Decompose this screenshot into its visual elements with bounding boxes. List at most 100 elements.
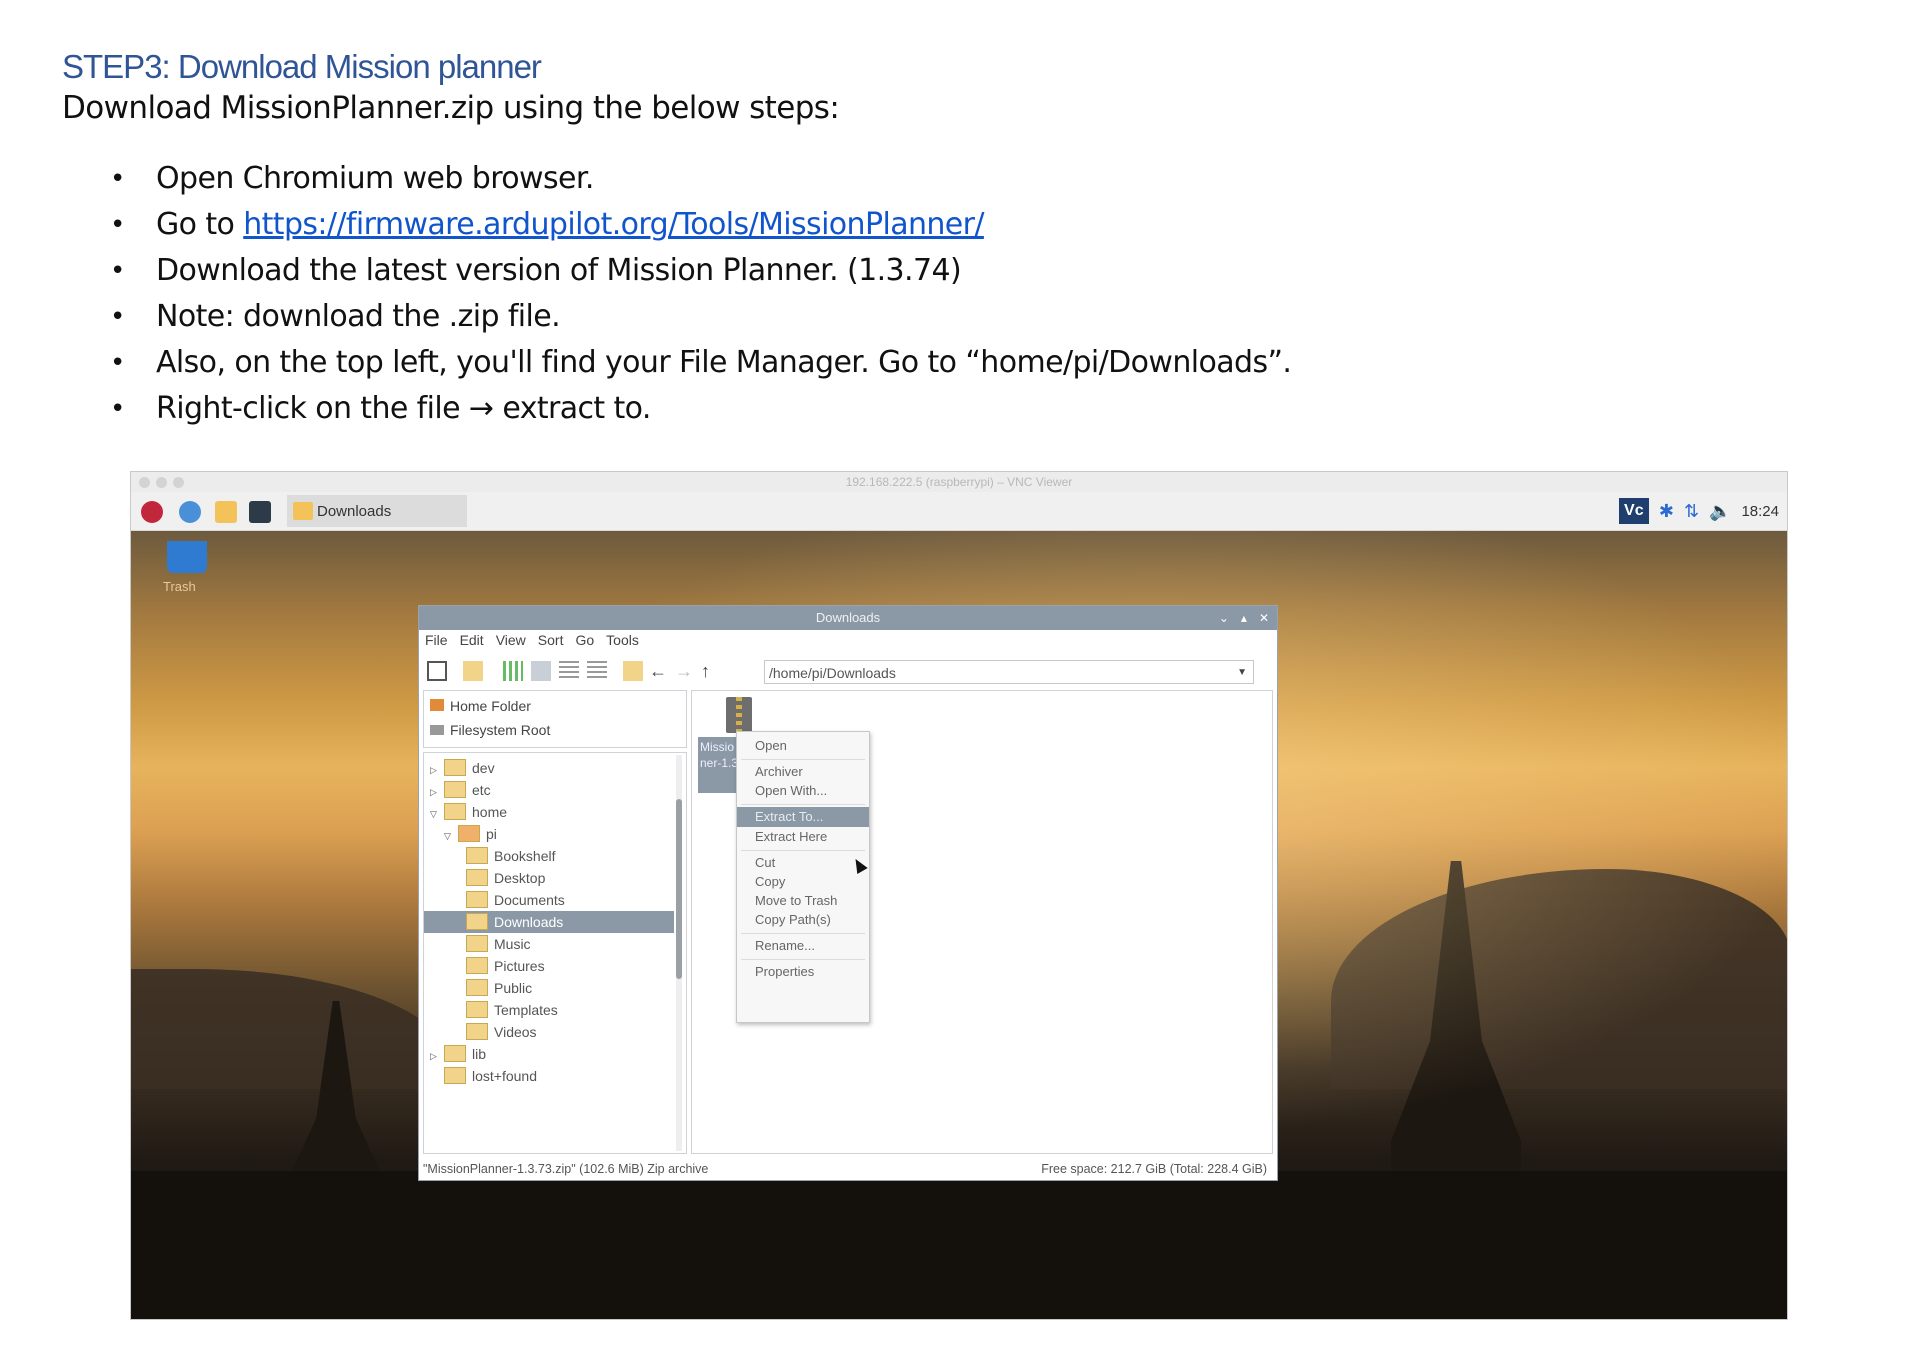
- folder-icon: [466, 979, 488, 996]
- file-manager-title: Downloads: [815, 610, 881, 625]
- tree-node-downloads[interactable]: Downloads: [424, 911, 674, 933]
- expand-arrow-icon[interactable]: ▽: [444, 825, 458, 847]
- context-menu: Open Archiver Open With... Extract To...…: [736, 731, 870, 1023]
- tree-node-videos[interactable]: Videos: [466, 1021, 537, 1043]
- terminal-icon[interactable]: [249, 501, 271, 523]
- tree-node-templates[interactable]: Templates: [466, 999, 558, 1021]
- menu-item-copy-paths[interactable]: Copy Path(s): [737, 910, 869, 930]
- tree-label: etc: [472, 782, 491, 798]
- status-selected-file: "MissionPlanner-1.3.73.zip" (102.6 MiB) …: [423, 1162, 709, 1176]
- clock[interactable]: 18:24: [1741, 503, 1779, 520]
- icon-view-icon[interactable]: [531, 661, 551, 681]
- folder-icon[interactable]: [215, 501, 237, 523]
- tree-label: Public: [494, 980, 533, 996]
- tree-node-music[interactable]: Music: [466, 933, 531, 955]
- trash-label[interactable]: Trash: [163, 579, 196, 594]
- taskbar-window-downloads[interactable]: Downloads: [287, 495, 467, 527]
- tree-label: Documents: [494, 892, 565, 908]
- missionplanner-link[interactable]: https://firmware.ardupilot.org/Tools/Mis…: [243, 207, 984, 242]
- file-pane: Missio ner-1.3 p Open Archiver Open With…: [691, 690, 1273, 1154]
- folder-icon: [444, 1067, 466, 1084]
- tree-node-public[interactable]: Public: [466, 977, 532, 999]
- path-input[interactable]: /home/pi/Downloads ▼: [764, 660, 1254, 684]
- menu-separator: [741, 759, 865, 760]
- menu-edit[interactable]: Edit: [460, 632, 484, 648]
- step-text: Go to: [156, 207, 244, 242]
- drive-icon: [430, 725, 444, 735]
- compact-view-icon[interactable]: [559, 661, 579, 681]
- network-icon[interactable]: ⇅: [1684, 501, 1699, 522]
- menu-item-open[interactable]: Open: [737, 736, 869, 756]
- trash-icon[interactable]: [167, 541, 207, 573]
- detailed-view-icon[interactable]: [587, 661, 607, 681]
- folder-icon: [444, 803, 466, 820]
- folder-icon: [466, 957, 488, 974]
- scrollbar-thumb[interactable]: [676, 799, 682, 979]
- tree-node-bookshelf[interactable]: Bookshelf: [466, 845, 555, 867]
- zip-file-icon[interactable]: [726, 697, 752, 733]
- forward-arrow-icon[interactable]: →: [675, 661, 695, 681]
- place-home-folder[interactable]: Home Folder: [430, 695, 531, 717]
- back-arrow-icon[interactable]: ←: [649, 661, 669, 681]
- menu-item-copy[interactable]: Copy: [737, 872, 869, 892]
- tree-label: Music: [494, 936, 531, 952]
- folder-icon: [466, 1023, 488, 1040]
- tree-node-lost-found[interactable]: lost+found: [444, 1065, 537, 1087]
- expand-arrow-icon[interactable]: ▷: [430, 759, 444, 781]
- home-folder-icon[interactable]: [623, 661, 643, 681]
- volume-icon[interactable]: 🔈: [1709, 501, 1731, 522]
- menu-item-properties[interactable]: Properties: [737, 962, 869, 982]
- maximize-icon[interactable]: ▴: [1241, 606, 1247, 630]
- folder-icon: [466, 869, 488, 886]
- bullet: •: [110, 348, 125, 378]
- intro-text: Download MissionPlanner.zip using the be…: [62, 90, 840, 126]
- new-window-icon[interactable]: [427, 661, 447, 681]
- home-folder-icon: [458, 825, 480, 842]
- tree-node-etc[interactable]: ▷ etc: [430, 779, 491, 801]
- vnc-icon[interactable]: Vc: [1618, 498, 1649, 524]
- raspberry-menu-icon[interactable]: [141, 501, 163, 523]
- tree-label: lost+found: [472, 1068, 537, 1084]
- bluetooth-icon[interactable]: ✱: [1659, 501, 1674, 522]
- list-item: • Open Chromium web browser.: [108, 156, 1291, 202]
- tree-node-pi[interactable]: ▽ pi: [444, 823, 497, 845]
- minimize-icon[interactable]: ⌄: [1219, 606, 1229, 630]
- new-folder-icon[interactable]: [463, 661, 483, 681]
- vnc-screenshot: 192.168.222.5 (raspberrypi) – VNC Viewer…: [130, 471, 1788, 1320]
- menu-item-open-with[interactable]: Open With...: [737, 781, 869, 801]
- directory-tree: ▷ dev ▷ etc ▽ home ▽ pi Bookshelf Desktop Do…: [423, 752, 687, 1154]
- tree-node-pictures[interactable]: Pictures: [466, 955, 545, 977]
- expand-arrow-icon[interactable]: ▷: [430, 781, 444, 803]
- tree-label: home: [472, 804, 508, 820]
- menu-sort[interactable]: Sort: [538, 632, 564, 648]
- steps-list: • Open Chromium web browser. • Go to https…: [108, 156, 1292, 432]
- menu-view[interactable]: View: [496, 632, 526, 648]
- menu-tools[interactable]: Tools: [606, 632, 639, 648]
- menu-item-extract-to[interactable]: Extract To...: [737, 807, 869, 827]
- bullet: •: [110, 394, 125, 424]
- file-manager-titlebar[interactable]: Downloads ⌄ ▴ ✕: [419, 606, 1277, 630]
- menu-item-archiver[interactable]: Archiver: [737, 762, 869, 782]
- close-icon[interactable]: ✕: [1259, 606, 1269, 630]
- menu-go[interactable]: Go: [575, 632, 594, 648]
- chevron-down-icon[interactable]: ▼: [1237, 661, 1247, 685]
- menu-item-cut[interactable]: Cut: [737, 853, 869, 873]
- menu-item-extract-here[interactable]: Extract Here: [737, 827, 869, 847]
- browser-icon[interactable]: [179, 501, 201, 523]
- tree-scrollbar[interactable]: [676, 755, 682, 1151]
- menu-item-rename[interactable]: Rename...: [737, 936, 869, 956]
- places-panel: Home Folder Filesystem Root: [423, 690, 687, 748]
- mountain-silhouette: [131, 969, 451, 1089]
- tree-node-lib[interactable]: ▷ lib: [430, 1043, 486, 1065]
- menu-item-move-to-trash[interactable]: Move to Trash: [737, 891, 869, 911]
- up-arrow-icon[interactable]: ↑: [701, 661, 721, 681]
- menu-file[interactable]: File: [425, 632, 448, 648]
- place-filesystem-root[interactable]: Filesystem Root: [430, 719, 550, 741]
- thumbnail-view-icon[interactable]: [503, 661, 523, 681]
- tree-node-desktop[interactable]: Desktop: [466, 867, 545, 889]
- expand-arrow-icon[interactable]: ▽: [430, 803, 444, 825]
- tree-node-home[interactable]: ▽ home: [430, 801, 507, 823]
- tree-node-dev[interactable]: ▷ dev: [430, 757, 495, 779]
- expand-arrow-icon[interactable]: ▷: [430, 1045, 444, 1067]
- tree-node-documents[interactable]: Documents: [466, 889, 565, 911]
